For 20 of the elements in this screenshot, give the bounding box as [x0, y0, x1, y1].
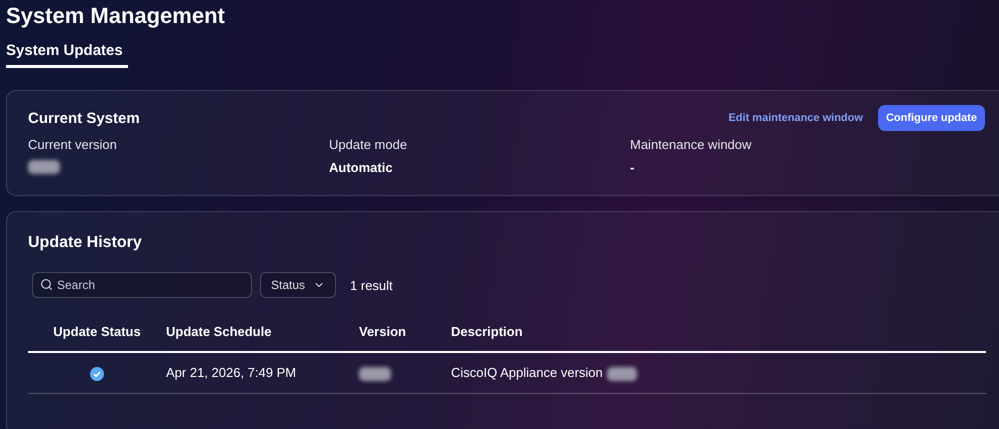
column-header: Update Status	[28, 324, 166, 352]
card-title: Current System	[28, 110, 140, 126]
configure-update-button[interactable]: Configure update	[878, 105, 985, 131]
result-count: 1 result	[350, 278, 393, 292]
search-icon	[40, 278, 53, 291]
card-title: Update History	[28, 234, 143, 252]
field-value: Automatic	[329, 160, 393, 175]
field-label: Update mode	[329, 137, 408, 152]
table-cell: CiscoIQ Appliance version	[451, 365, 603, 380]
column-header: Version	[359, 324, 451, 352]
column-header: Update Schedule	[166, 324, 359, 352]
page-title: System Management	[6, 2, 225, 30]
edit-maintenance-link[interactable]: Edit maintenance window	[728, 112, 863, 124]
table-cell: Apr 21, 2026, 7:49 PM	[166, 352, 359, 394]
status-dropdown[interactable]: Status	[260, 272, 336, 298]
field-value: -	[630, 160, 634, 175]
tab[interactable]: System Updates	[6, 42, 128, 68]
field-label: Current version	[28, 137, 118, 152]
field-label: Maintenance window	[630, 137, 752, 152]
column-header: Description	[451, 324, 986, 352]
